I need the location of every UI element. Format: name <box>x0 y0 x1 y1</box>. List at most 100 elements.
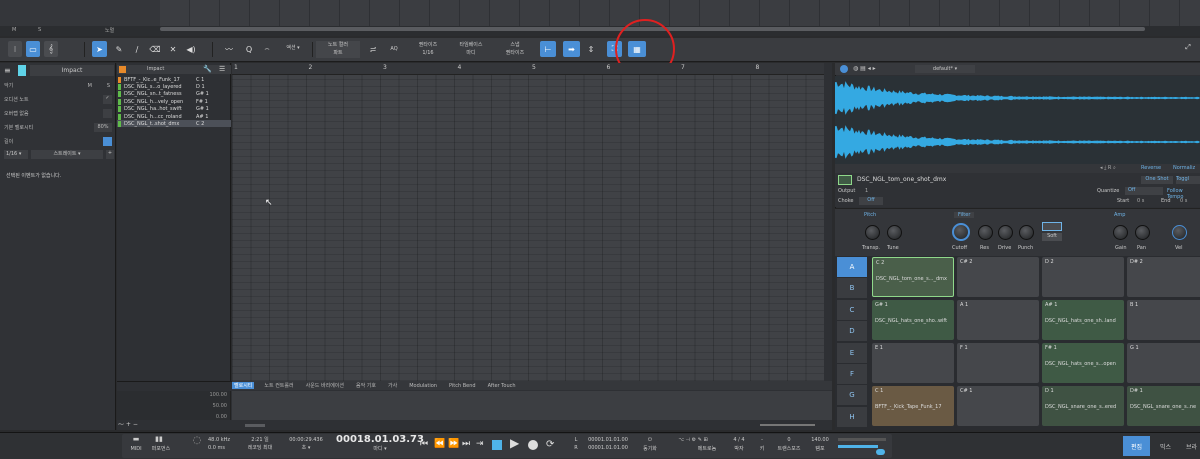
score-view-icon[interactable]: 𝄞 <box>44 41 58 57</box>
velocity-lane[interactable] <box>232 391 832 420</box>
track-row[interactable]: DSC_NGL_h...vely_open F# 1 <box>117 98 231 105</box>
zoom-icon[interactable]: ⇕ <box>584 41 598 57</box>
sample-pad[interactable]: A# 1 DSC_NGL_hats_one_sh..land <box>1042 300 1124 340</box>
fast-forward-icon[interactable]: ⏩ <box>448 439 459 449</box>
piano-roll-grid[interactable] <box>232 63 832 381</box>
oneshot-selector[interactable]: One Shot <box>1141 176 1173 184</box>
sample-pad[interactable]: B 1 <box>1127 300 1200 340</box>
timebase-selector[interactable]: 타임베이스 마디 <box>450 41 492 58</box>
pad-bank-button[interactable]: G <box>837 385 867 406</box>
track-row[interactable]: DSC_NGL_t..shot_dmx C 2 <box>117 120 231 128</box>
mute-button[interactable]: M <box>12 27 16 33</box>
power-icon[interactable] <box>840 65 848 73</box>
sample-pad[interactable]: G 1 <box>1127 343 1200 383</box>
pad-bank-button[interactable]: A <box>837 257 867 277</box>
tune-knob[interactable] <box>887 225 902 240</box>
stop-marker-icon[interactable]: ⇥ <box>476 439 484 449</box>
cutoff-knob[interactable] <box>952 223 970 241</box>
time-signature[interactable]: 4 / 4 <box>728 437 750 444</box>
sample-pad[interactable]: D 1 DSC_NGL_snare_one_s..ered <box>1042 386 1124 426</box>
length-toggle[interactable] <box>103 137 112 146</box>
pad-bank-button[interactable]: H <box>837 406 867 427</box>
paint-tool-icon[interactable]: ∕ <box>130 41 144 57</box>
eraser-tool-icon[interactable]: ⌫ <box>148 41 162 57</box>
sample-pad[interactable]: G# 1 DSC_NGL_hats_one_sho..wift <box>872 300 954 340</box>
pencil-tool-icon[interactable]: ✎ <box>112 41 126 57</box>
vertical-scrollbar[interactable] <box>824 63 832 381</box>
metronome-tools-icon[interactable]: ⌥ ⊣ ⚙ ✎ ⊞ <box>664 437 722 444</box>
audition-checkbox[interactable]: ✓ <box>103 95 112 104</box>
autoscroll-icon[interactable]: ➡ <box>563 41 580 57</box>
arrangement-grid[interactable] <box>160 0 1200 26</box>
sync-icon[interactable]: ⏻ <box>640 437 660 444</box>
filter-type-selector[interactable] <box>1042 222 1062 231</box>
filter-group-label[interactable]: Filter <box>954 212 975 218</box>
sample-pad[interactable]: A 1 <box>957 300 1039 340</box>
res-knob[interactable] <box>978 225 993 240</box>
menu-icon[interactable]: ≡ <box>4 66 16 76</box>
solo-button[interactable]: S <box>38 27 41 33</box>
tempo-value[interactable]: 140.00 <box>806 437 834 444</box>
lane-tab[interactable]: Pitch Bend <box>447 383 478 389</box>
track-row[interactable]: DSC_NGL_s...o_layered D 1 <box>117 83 231 90</box>
lane-tab[interactable]: 사운드 바리에이션 <box>304 382 346 389</box>
velocity-field[interactable]: 80% <box>94 123 112 132</box>
quantize-q-icon[interactable]: Q <box>242 41 256 57</box>
sample-tools-icon[interactable]: ◂ ⤓ R ⌕ <box>1100 165 1116 171</box>
sample-pad[interactable]: D# 1 DSC_NGL_snare_one_s..ne <box>1127 386 1200 426</box>
start-value[interactable]: 0 s <box>1137 198 1144 204</box>
quantize-iterative-icon[interactable]: ≓ <box>366 41 380 57</box>
edit-tab[interactable]: 편집 <box>1123 436 1150 456</box>
sample-pad[interactable]: C 2 DSC_NGL_tom_one_s..._dmx <box>872 257 954 297</box>
scale-add-button[interactable]: + <box>106 150 114 159</box>
lane-tab[interactable]: After Touch <box>486 383 518 389</box>
sample-pad[interactable]: E 1 <box>872 343 954 383</box>
end-value[interactable]: 0 s <box>1180 198 1187 204</box>
snap-selector[interactable]: 스냅 퀀타이즈 <box>494 41 536 58</box>
auto-quantize-button[interactable]: AQ <box>385 45 403 62</box>
track-row[interactable]: DSC_NGL_ha..hot_swift G# 1 <box>117 106 231 113</box>
choke-selector[interactable]: Off <box>859 197 883 205</box>
track-row[interactable]: DSC_NGL_sn..t_fatness G# 1 <box>117 91 231 98</box>
pad-bank-button[interactable]: B <box>837 278 867 299</box>
normalize-button[interactable]: Normaliz <box>1173 165 1195 171</box>
note-color-selector[interactable]: 노트 컬러 파트 <box>316 41 360 58</box>
instrument-solo-button[interactable]: S <box>107 83 110 89</box>
length-icon[interactable]: ⌢ <box>260 41 274 57</box>
lane-tab[interactable]: 벨로시티 <box>232 382 255 389</box>
arrow-tool-icon[interactable]: ➤ <box>92 41 107 57</box>
loop-end[interactable]: 00001.01.01.00 <box>582 445 634 452</box>
gain-knob[interactable] <box>1113 225 1128 240</box>
sample-pad[interactable]: C# 1 <box>957 386 1039 426</box>
quantize-selector-instr[interactable]: Off <box>1125 187 1163 195</box>
track-color-swatch[interactable] <box>18 65 26 76</box>
volume-slider[interactable] <box>838 445 878 448</box>
punch-knob[interactable] <box>1019 225 1034 240</box>
transpose-knob[interactable] <box>865 225 880 240</box>
waveform-display[interactable] <box>835 76 1200 164</box>
lane-tab[interactable]: 가사 <box>386 382 399 389</box>
rewind-start-icon[interactable]: ⏮ <box>420 439 428 449</box>
sample-pad[interactable]: C 1 BFTF_-_Kick_Tape_Funk_17 <box>872 386 954 426</box>
pad-bank-button[interactable]: E <box>837 342 867 363</box>
preset-selector[interactable]: default* ▾ <box>915 65 975 73</box>
rewind-icon[interactable]: ⏪ <box>434 439 445 449</box>
sample-pad[interactable]: C# 2 <box>957 257 1039 297</box>
expand-icon[interactable]: ⤢ <box>1182 39 1194 55</box>
action-menu[interactable]: 액션 ▾ <box>278 44 308 61</box>
instrument-mute-button[interactable]: M <box>88 83 92 89</box>
sample-pad[interactable]: D# 2 <box>1127 257 1200 297</box>
toggle-button[interactable]: Toggl <box>1176 176 1200 184</box>
key-value[interactable]: - <box>754 437 770 444</box>
overlap-checkbox[interactable] <box>103 109 112 118</box>
position-display[interactable]: 00018.01.03.73 <box>334 435 426 445</box>
instrument-name[interactable]: Impact <box>30 65 114 76</box>
velocity-knob[interactable] <box>1172 225 1187 240</box>
record-button[interactable] <box>528 440 538 450</box>
track-row[interactable]: DSC_NGL_h...cc_roland A# 1 <box>117 113 231 120</box>
listen-tool-icon[interactable]: ◀) <box>184 41 198 57</box>
lane-add-icon[interactable]: ⁓ + − <box>118 421 138 428</box>
output-toggle[interactable] <box>876 449 885 455</box>
pad-bank-button[interactable]: C <box>837 299 867 320</box>
pad-bank-button[interactable]: F <box>837 364 867 384</box>
